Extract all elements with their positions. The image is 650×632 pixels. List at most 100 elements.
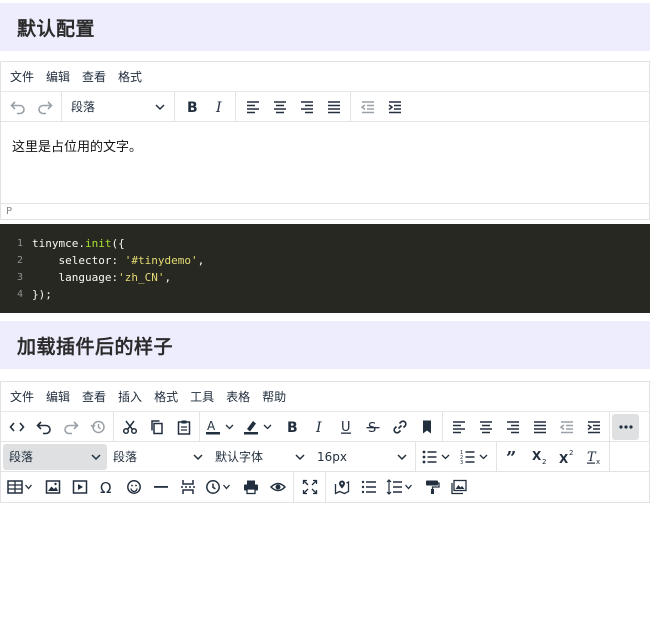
align-center-icon[interactable] <box>472 414 499 440</box>
menubar: 文件 编辑 查看 插入 格式 工具 表格 帮助 <box>1 382 649 412</box>
code-text: language:'zh_CN', <box>32 271 171 284</box>
align-center-icon[interactable] <box>266 94 293 120</box>
menu-file[interactable]: 文件 <box>4 388 40 405</box>
element-path[interactable]: P <box>6 206 12 217</box>
italic-icon[interactable]: I <box>305 414 332 440</box>
table-icon[interactable] <box>3 474 39 500</box>
svg-text:2: 2 <box>542 458 546 465</box>
bold-icon[interactable]: B <box>278 414 305 440</box>
editor-content[interactable]: 这里是占位用的文字。 <box>1 122 649 203</box>
bullet-list-icon[interactable] <box>418 444 456 470</box>
menu-insert[interactable]: 插入 <box>112 388 148 405</box>
underline-icon[interactable]: U <box>332 414 359 440</box>
insert-datetime-icon[interactable] <box>201 474 237 500</box>
bold-icon[interactable]: B <box>178 94 205 120</box>
style-select[interactable]: 段落 <box>107 444 209 470</box>
text-color-icon[interactable]: A <box>202 414 240 440</box>
chevron-down-icon <box>91 453 101 460</box>
emoticons-icon[interactable] <box>120 474 147 500</box>
chevron-down-icon <box>397 453 407 460</box>
numbered-list-icon[interactable]: 123 <box>456 444 494 470</box>
line-height-icon[interactable] <box>355 474 382 500</box>
font-size-select[interactable]: 16px <box>311 444 413 470</box>
toolbar-row-3: Ω <box>1 472 649 502</box>
menu-format[interactable]: 格式 <box>112 68 148 85</box>
media-icon[interactable] <box>66 474 93 500</box>
page-break-icon[interactable] <box>174 474 201 500</box>
more-icon[interactable] <box>612 413 639 440</box>
svg-text:B: B <box>287 420 298 435</box>
menu-tools[interactable]: 工具 <box>184 388 220 405</box>
chevron-down-icon <box>295 453 305 460</box>
align-justify-icon[interactable] <box>320 94 347 120</box>
menu-file[interactable]: 文件 <box>4 68 40 85</box>
outdent-icon[interactable] <box>354 94 381 120</box>
menu-view[interactable]: 查看 <box>76 68 112 85</box>
line-spacing-icon[interactable] <box>382 474 418 500</box>
horizontal-rule-icon[interactable] <box>147 474 174 500</box>
restore-draft-icon[interactable] <box>84 414 111 440</box>
subscript-icon[interactable]: X2 <box>526 444 553 470</box>
code-token: , <box>197 254 205 267</box>
content-paragraph[interactable]: 这里是占位用的文字。 <box>12 136 638 155</box>
format-painter-icon[interactable] <box>418 474 445 500</box>
toolbar-row-2: 段落 段落 默认字体 16px 123 ” X2 X2 Tx <box>1 442 649 472</box>
block-format-select[interactable]: 段落 <box>65 94 171 120</box>
line-number: 2 <box>16 255 23 266</box>
align-right-icon[interactable] <box>499 414 526 440</box>
code-line: 3 language:'zh_CN', <box>0 269 650 286</box>
undo-icon[interactable] <box>4 94 31 120</box>
image-gallery-icon[interactable] <box>445 474 472 500</box>
redo-icon[interactable] <box>57 414 84 440</box>
svg-text:I: I <box>315 420 322 435</box>
svg-text:2: 2 <box>569 449 573 457</box>
code-icon[interactable] <box>3 414 30 440</box>
align-left-icon[interactable] <box>239 94 266 120</box>
section-plugins: 加载插件后的样子 <box>0 321 650 369</box>
align-left-icon[interactable] <box>445 414 472 440</box>
align-right-icon[interactable] <box>293 94 320 120</box>
redo-icon[interactable] <box>31 94 58 120</box>
code-token: ({ <box>111 237 125 250</box>
svg-text:Ω: Ω <box>100 479 111 495</box>
print-icon[interactable] <box>237 474 264 500</box>
menu-edit[interactable]: 编辑 <box>40 388 76 405</box>
image-icon[interactable] <box>39 474 66 500</box>
menu-help[interactable]: 帮助 <box>256 388 292 405</box>
map-icon[interactable] <box>328 474 355 500</box>
highlight-color-icon[interactable] <box>240 414 278 440</box>
bookmark-icon[interactable] <box>413 414 440 440</box>
blockquote-icon[interactable]: ” <box>499 444 526 470</box>
status-bar: P <box>1 203 649 219</box>
code-text: tinymce.init({ <box>32 237 125 250</box>
menu-format[interactable]: 格式 <box>148 388 184 405</box>
preview-icon[interactable] <box>264 474 291 500</box>
code-token: language: <box>32 271 119 284</box>
block-format-value: 段落 <box>9 450 34 464</box>
italic-icon[interactable]: I <box>205 94 232 120</box>
link-icon[interactable] <box>386 414 413 440</box>
code-line: 4}); <box>0 286 650 303</box>
block-format-select[interactable]: 段落 <box>3 443 107 470</box>
superscript-icon[interactable]: X2 <box>553 444 580 470</box>
cut-icon[interactable] <box>116 414 143 440</box>
menu-view[interactable]: 查看 <box>76 388 112 405</box>
clear-formatting-icon[interactable]: Tx <box>580 444 607 470</box>
outdent-icon[interactable] <box>553 414 580 440</box>
fullscreen-icon[interactable] <box>296 474 323 500</box>
section-header: 默认配置 <box>0 3 650 51</box>
indent-icon[interactable] <box>580 414 607 440</box>
svg-text:B: B <box>187 100 198 115</box>
svg-text:X: X <box>559 452 569 465</box>
font-family-select[interactable]: 默认字体 <box>209 444 311 470</box>
paste-icon[interactable] <box>170 414 197 440</box>
align-justify-icon[interactable] <box>526 414 553 440</box>
menu-edit[interactable]: 编辑 <box>40 68 76 85</box>
editor-default: 文件 编辑 查看 格式 段落 B I 这里是占位用的文字。 P <box>0 61 650 220</box>
undo-icon[interactable] <box>30 414 57 440</box>
copy-icon[interactable] <box>143 414 170 440</box>
indent-icon[interactable] <box>381 94 408 120</box>
strikethrough-icon[interactable]: S <box>359 414 386 440</box>
menu-table[interactable]: 表格 <box>220 388 256 405</box>
special-char-icon[interactable]: Ω <box>93 474 120 500</box>
